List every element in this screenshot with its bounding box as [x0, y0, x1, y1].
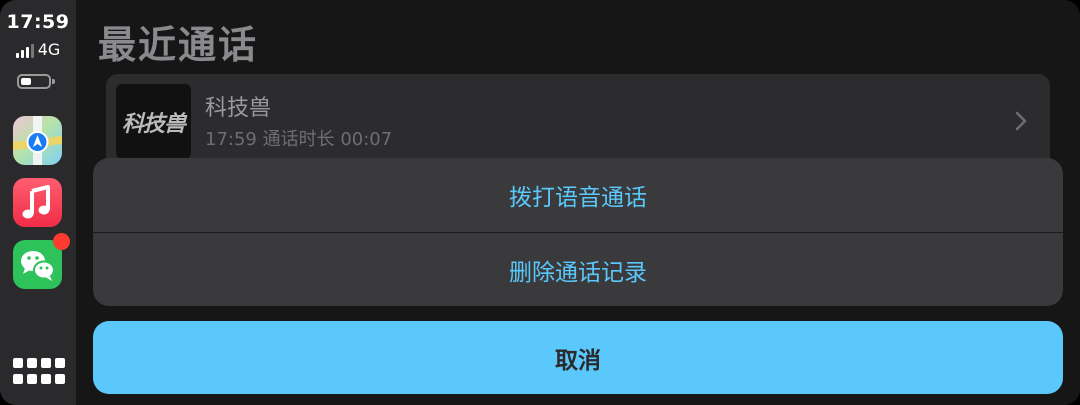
chevron-right-icon: [1015, 111, 1027, 131]
status-time: 17:59: [6, 11, 70, 33]
status-signal: 4G: [0, 42, 76, 58]
battery-icon: [17, 74, 55, 89]
music-icon[interactable]: [13, 178, 62, 227]
maps-icon[interactable]: [13, 116, 62, 165]
signal-bars-icon: [15, 44, 34, 58]
carplay-dock: 17:59 4G: [0, 0, 76, 405]
page-title: 最近通话: [98, 23, 259, 67]
cancel-button[interactable]: 取消: [93, 321, 1063, 394]
voice-call-button[interactable]: 拨打语音通话: [93, 158, 1063, 232]
network-type: 4G: [37, 40, 61, 59]
delete-record-button[interactable]: 删除通话记录: [93, 233, 1063, 306]
action-sheet: 拨打语音通话 删除通话记录: [93, 158, 1063, 306]
battery-tip: [52, 79, 55, 84]
carplay-screen: 17:59 4G 最近通话 科技兽 科技兽 17:59 通话时长 00:07 拨…: [0, 0, 1080, 405]
notification-badge: [53, 233, 70, 250]
call-meta: 17:59 通话时长 00:07: [205, 129, 393, 150]
main-area: 最近通话 科技兽 科技兽 17:59 通话时长 00:07 拨打语音通话 删除通…: [76, 0, 1080, 405]
battery-level: [21, 78, 31, 85]
contact-name: 科技兽: [205, 96, 272, 121]
contact-avatar: 科技兽: [116, 84, 191, 159]
app-grid-icon[interactable]: [13, 358, 65, 388]
